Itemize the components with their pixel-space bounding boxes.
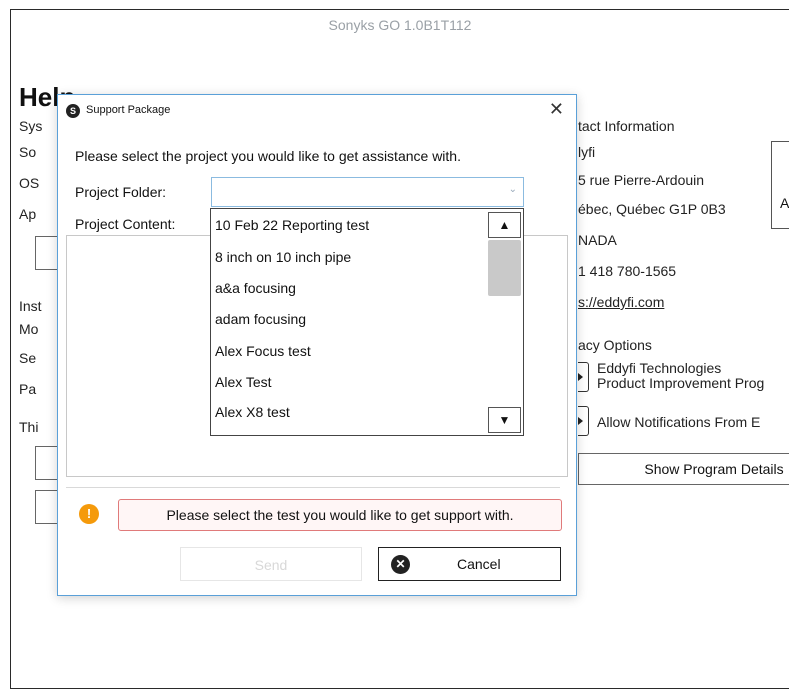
list-item[interactable]: 10 Feb 22 Reporting test <box>215 217 369 233</box>
project-folder-select[interactable]: ⌄ <box>211 177 524 207</box>
privacy-option-2: Allow Notifications From E <box>597 414 761 430</box>
dialog-instruction: Please select the project you would like… <box>75 148 461 164</box>
app-logo-icon: S <box>66 104 80 118</box>
warning-icon: ! <box>79 504 99 524</box>
list-item[interactable]: a&a focusing <box>215 280 296 296</box>
show-program-details-label: Show Program Details <box>644 461 784 477</box>
project-folder-label: Project Folder: <box>75 184 167 200</box>
project-content-label: Project Content: <box>75 216 176 232</box>
contact-address-line1: 5 rue Pierre-Ardouin <box>578 172 705 188</box>
contact-side-letter: A <box>780 195 789 211</box>
help-left-label: Se <box>19 350 37 366</box>
support-package-dialog: S Support Package ✕ Please select the pr… <box>57 94 577 596</box>
list-item[interactable]: Alex Focus test <box>215 343 311 359</box>
help-left-label: Sys <box>19 118 43 134</box>
help-left-label: Thi <box>19 419 39 435</box>
chevron-down-icon: ⌄ <box>508 184 517 195</box>
privacy-option-1-line1: Eddyfi Technologies <box>597 360 722 376</box>
privacy-toggle-2[interactable] <box>578 406 589 436</box>
help-left-label: So <box>19 144 37 160</box>
cancel-button-label: Cancel <box>457 556 501 572</box>
help-left-label: OS <box>19 175 40 191</box>
help-left-label: Pa <box>19 381 37 397</box>
contact-phone: 1 418 780-1565 <box>578 263 677 279</box>
contact-heading: tact Information <box>578 118 675 134</box>
list-item[interactable]: Alex X8 test <box>215 404 290 420</box>
privacy-option-1: Eddyfi Technologies Product Improvement … <box>597 361 764 391</box>
show-program-details-button[interactable]: Show Program Details <box>578 453 789 485</box>
privacy-option-1-line2: Product Improvement Prog <box>597 375 765 391</box>
cancel-icon: ✕ <box>391 555 410 574</box>
dialog-title: Support Package <box>86 104 171 116</box>
scroll-up-icon[interactable]: ▲ <box>488 212 521 238</box>
contact-country: NADA <box>578 232 617 248</box>
cancel-button[interactable]: ✕ Cancel <box>378 547 561 581</box>
list-scrollbar[interactable]: ▲ ▼ <box>487 209 523 435</box>
help-left-label: Inst <box>19 298 42 314</box>
app-title: Sonyks GO 1.0B1T112 <box>328 17 472 33</box>
privacy-heading: acy Options <box>578 337 652 353</box>
close-icon[interactable]: ✕ <box>549 99 564 120</box>
warning-message: Please select the test you would like to… <box>118 499 562 531</box>
project-folder-dropdown-list[interactable]: 10 Feb 22 Reporting test 8 inch on 10 in… <box>210 208 524 436</box>
list-item[interactable]: Alex Test <box>215 374 272 390</box>
list-item[interactable]: adam focusing <box>215 311 306 327</box>
scroll-down-icon[interactable]: ▼ <box>488 407 521 433</box>
contact-website-link[interactable]: s://eddyfi.com <box>578 294 664 310</box>
list-item[interactable]: 8 inch on 10 inch pipe <box>215 249 351 265</box>
help-left-label: Mo <box>19 321 39 337</box>
divider <box>66 487 560 488</box>
scrollbar-thumb[interactable] <box>488 240 521 296</box>
privacy-toggle-1[interactable] <box>578 362 589 392</box>
help-left-label: Ap <box>19 206 37 222</box>
send-button[interactable]: Send <box>180 547 362 581</box>
contact-company: lyfi <box>578 144 596 160</box>
contact-address-line2: ébec, Québec G1P 0B3 <box>578 201 726 217</box>
contact-side-panel: A <box>771 141 789 229</box>
